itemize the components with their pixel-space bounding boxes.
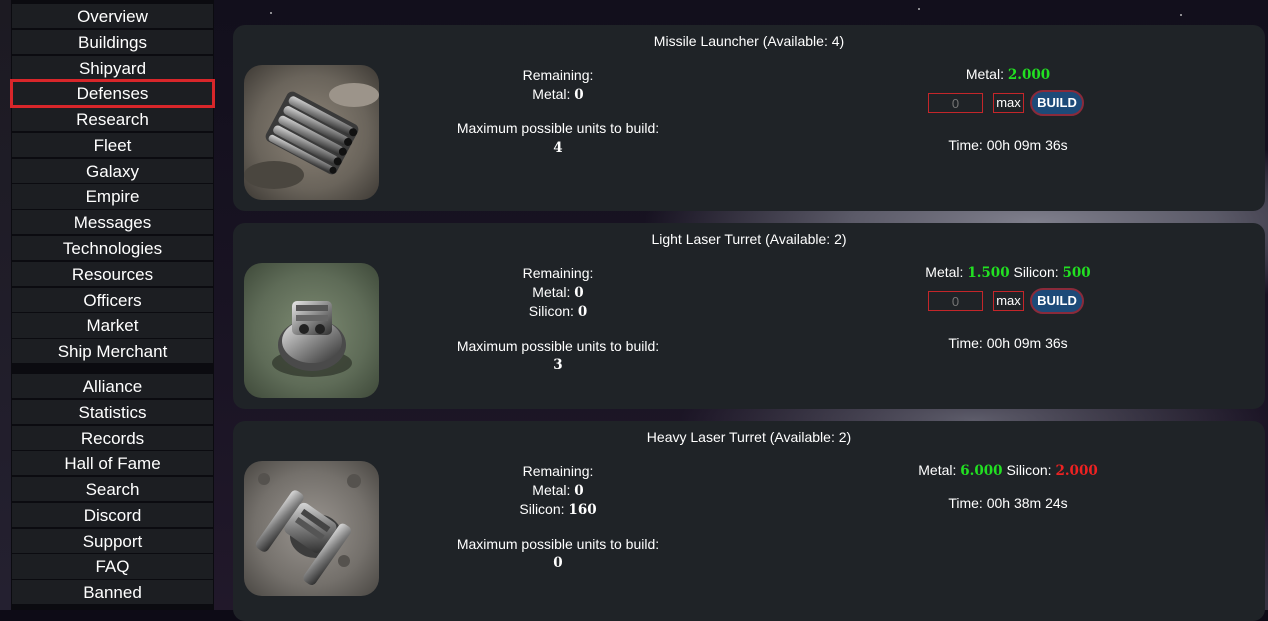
max-units-label: Maximum possible units to build: — [456, 535, 660, 552]
cost-silicon-value: 2.000 — [1055, 463, 1098, 479]
max-button[interactable]: max — [993, 291, 1024, 311]
time-label: Time: — [948, 335, 983, 351]
sidebar-item-discord[interactable]: Discord — [12, 502, 213, 528]
sidebar-item-alliance[interactable]: Alliance — [12, 373, 213, 399]
sidebar-item-technologies[interactable]: Technologies — [12, 236, 213, 261]
time-label: Time: — [948, 495, 983, 511]
sidebar-item-defenses[interactable]: Defenses — [10, 79, 215, 108]
max-units-value: 3 — [553, 357, 563, 373]
cost-metal-value: 1.500 — [967, 265, 1010, 281]
max-units-label: Maximum possible units to build: — [456, 120, 660, 136]
sidebar-item-buildings[interactable]: Buildings — [12, 29, 213, 54]
cost-silicon-label: Silicon: — [1013, 264, 1059, 280]
remaining-silicon: Silicon: 0 — [403, 302, 713, 322]
metal-label: Metal: — [532, 85, 571, 102]
defense-title: Missile Launcher (Available: 4) — [653, 33, 845, 49]
time-value: 00h 09m 36s — [986, 335, 1068, 351]
sidebar-nav: Overview Buildings Shipyard Defenses Res… — [10, 4, 215, 606]
cost-metal-value: 6.000 — [960, 463, 1003, 479]
remaining-silicon: Silicon: 160 — [403, 500, 713, 520]
max-units-label: Maximum possible units to build: — [456, 337, 660, 354]
sidebar-item-officers[interactable]: Officers — [12, 287, 213, 312]
remaining-metal: Metal: 0 — [403, 283, 713, 303]
sidebar-item-fleet[interactable]: Fleet — [12, 132, 213, 158]
sidebar-item-records[interactable]: Records — [12, 425, 213, 450]
remaining-label: Remaining: — [522, 463, 594, 479]
build-time: Time: 00h 09m 36s — [845, 137, 1171, 153]
sidebar-item-messages[interactable]: Messages — [12, 210, 213, 235]
sidebar: Overview Buildings Shipyard Defenses Res… — [0, 0, 215, 610]
heavy-laser-turret-image[interactable] — [244, 461, 379, 596]
time-label: Time: — [948, 137, 983, 153]
remaining-label: Remaining: — [522, 265, 594, 281]
remaining-metal-value: 0 — [574, 86, 584, 103]
sidebar-item-shipyard[interactable]: Shipyard — [12, 55, 213, 80]
sidebar-item-statistics[interactable]: Statistics — [12, 399, 213, 424]
sidebar-strip — [0, 0, 11, 610]
sidebar-item-overview[interactable]: Overview — [12, 4, 213, 29]
metal-label: Metal: — [532, 481, 571, 498]
build-controls: max BUILD — [928, 90, 1084, 116]
remaining-metal-value: 0 — [574, 482, 584, 499]
build-button[interactable]: BUILD — [1030, 288, 1084, 314]
silicon-label: Silicon: — [519, 501, 565, 517]
sidebar-item-banned[interactable]: Banned — [12, 580, 213, 605]
metal-label: Metal: — [532, 283, 571, 300]
cost-info: Metal: 1.500 Silicon: 500 — [845, 264, 1171, 281]
sidebar-item-ship-merchant[interactable]: Ship Merchant — [12, 339, 213, 364]
sidebar-item-resources[interactable]: Resources — [12, 261, 213, 286]
time-value: 00h 09m 36s — [986, 137, 1068, 153]
sidebar-item-search[interactable]: Search — [12, 477, 213, 502]
sidebar-item-galaxy[interactable]: Galaxy — [12, 158, 213, 183]
remaining-silicon-value: 160 — [568, 502, 597, 518]
light-laser-turret-image[interactable] — [244, 263, 379, 398]
cost-info: Metal: 2.000 — [845, 66, 1171, 83]
cost-metal-label: Metal: — [918, 462, 957, 478]
quantity-input[interactable] — [928, 93, 983, 113]
build-button[interactable]: BUILD — [1030, 90, 1084, 116]
defense-card-heavy-laser-turret: Heavy Laser Turret (Available: 2) Remain… — [233, 421, 1265, 621]
sidebar-item-hall-of-fame[interactable]: Hall of Fame — [12, 451, 213, 476]
silicon-label: Silicon: — [528, 303, 574, 319]
cost-silicon-value: 500 — [1062, 265, 1091, 281]
sidebar-item-faq[interactable]: FAQ — [12, 554, 213, 579]
time-value: 00h 38m 24s — [986, 495, 1068, 511]
sidebar-item-support[interactable]: Support — [12, 528, 213, 553]
defense-title: Light Laser Turret (Available: 2) — [651, 231, 847, 247]
cost-metal-label: Metal: — [965, 66, 1004, 82]
cost-metal-label: Metal: — [925, 264, 964, 280]
build-time: Time: 00h 09m 36s — [845, 335, 1171, 351]
remaining-metal-value: 0 — [574, 284, 584, 301]
max-button[interactable]: max — [993, 93, 1024, 113]
max-units-value: 4 — [553, 139, 563, 156]
cost-info: Metal: 6.000 Silicon: 2.000 — [845, 462, 1171, 479]
remaining-label: Remaining: — [522, 67, 594, 83]
sidebar-item-empire[interactable]: Empire — [12, 184, 213, 209]
quantity-input[interactable] — [928, 291, 983, 311]
sidebar-item-research[interactable]: Research — [12, 107, 213, 132]
remaining-metal: Metal: 0 — [403, 481, 713, 501]
remaining-info: Remaining: Metal: 0 Silicon: 160 Maximum… — [403, 462, 713, 573]
remaining-silicon-value: 0 — [577, 304, 588, 320]
remaining-metal: Metal: 0 — [403, 85, 713, 105]
cost-metal-value: 2.000 — [1007, 67, 1051, 83]
sidebar-item-market[interactable]: Market — [12, 313, 213, 338]
max-units-value: 0 — [553, 555, 563, 571]
remaining-info: Remaining: Metal: 0 Silicon: 0 Maximum p… — [403, 264, 713, 375]
missile-launcher-image[interactable] — [244, 65, 379, 200]
defense-card-light-laser-turret: Light Laser Turret (Available: 2) Remain… — [233, 223, 1265, 409]
build-time: Time: 00h 38m 24s — [845, 495, 1171, 511]
remaining-info: Remaining: Metal: 0 Maximum possible uni… — [403, 66, 713, 157]
sidebar-divider — [12, 365, 213, 374]
defense-card-missile-launcher: Missile Launcher (Available: 4) Remainin… — [233, 25, 1265, 211]
build-controls: max BUILD — [928, 288, 1084, 314]
cost-silicon-label: Silicon: — [1006, 462, 1052, 478]
defense-title: Heavy Laser Turret (Available: 2) — [646, 429, 852, 445]
